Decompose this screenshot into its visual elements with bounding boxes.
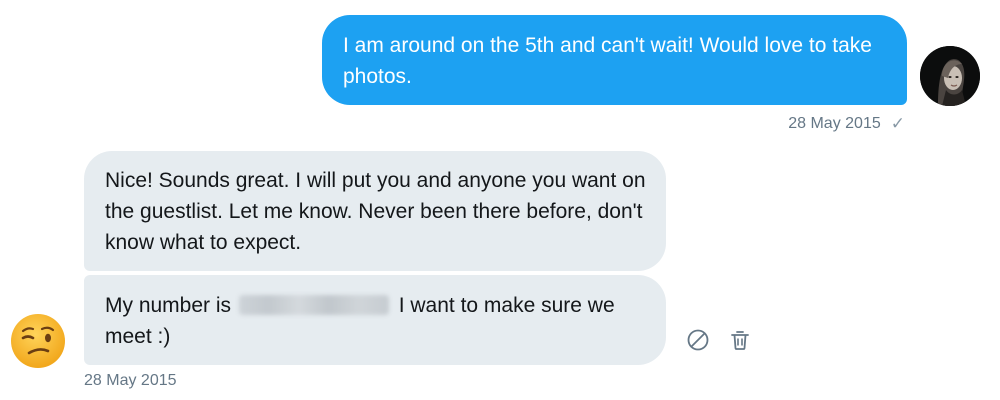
winking-face-emoji[interactable] xyxy=(9,312,67,370)
user-avatar[interactable] xyxy=(920,46,980,106)
message-actions xyxy=(686,328,752,352)
received-message-bubble[interactable]: My number is I want to make sure we meet… xyxy=(84,275,666,365)
sent-timestamp-row: 28 May 2015 ✓ xyxy=(788,114,905,134)
sent-timestamp: 28 May 2015 xyxy=(788,115,881,132)
check-icon: ✓ xyxy=(890,114,905,133)
avatar-photo xyxy=(920,46,980,106)
delete-icon[interactable] xyxy=(728,328,752,352)
received-message-bubble[interactable]: Nice! Sounds great. I will put you and a… xyxy=(84,151,666,271)
sent-message-bubble[interactable]: I am around on the 5th and can't wait! W… xyxy=(322,15,907,105)
redacted-phone-number xyxy=(238,295,389,315)
received-message-text-start: My number is xyxy=(105,294,237,317)
sent-message-text: I am around on the 5th and can't wait! W… xyxy=(343,34,872,88)
report-icon[interactable] xyxy=(686,328,710,352)
received-timestamp: 28 May 2015 xyxy=(84,372,177,389)
received-message-text: Nice! Sounds great. I will put you and a… xyxy=(105,169,646,254)
